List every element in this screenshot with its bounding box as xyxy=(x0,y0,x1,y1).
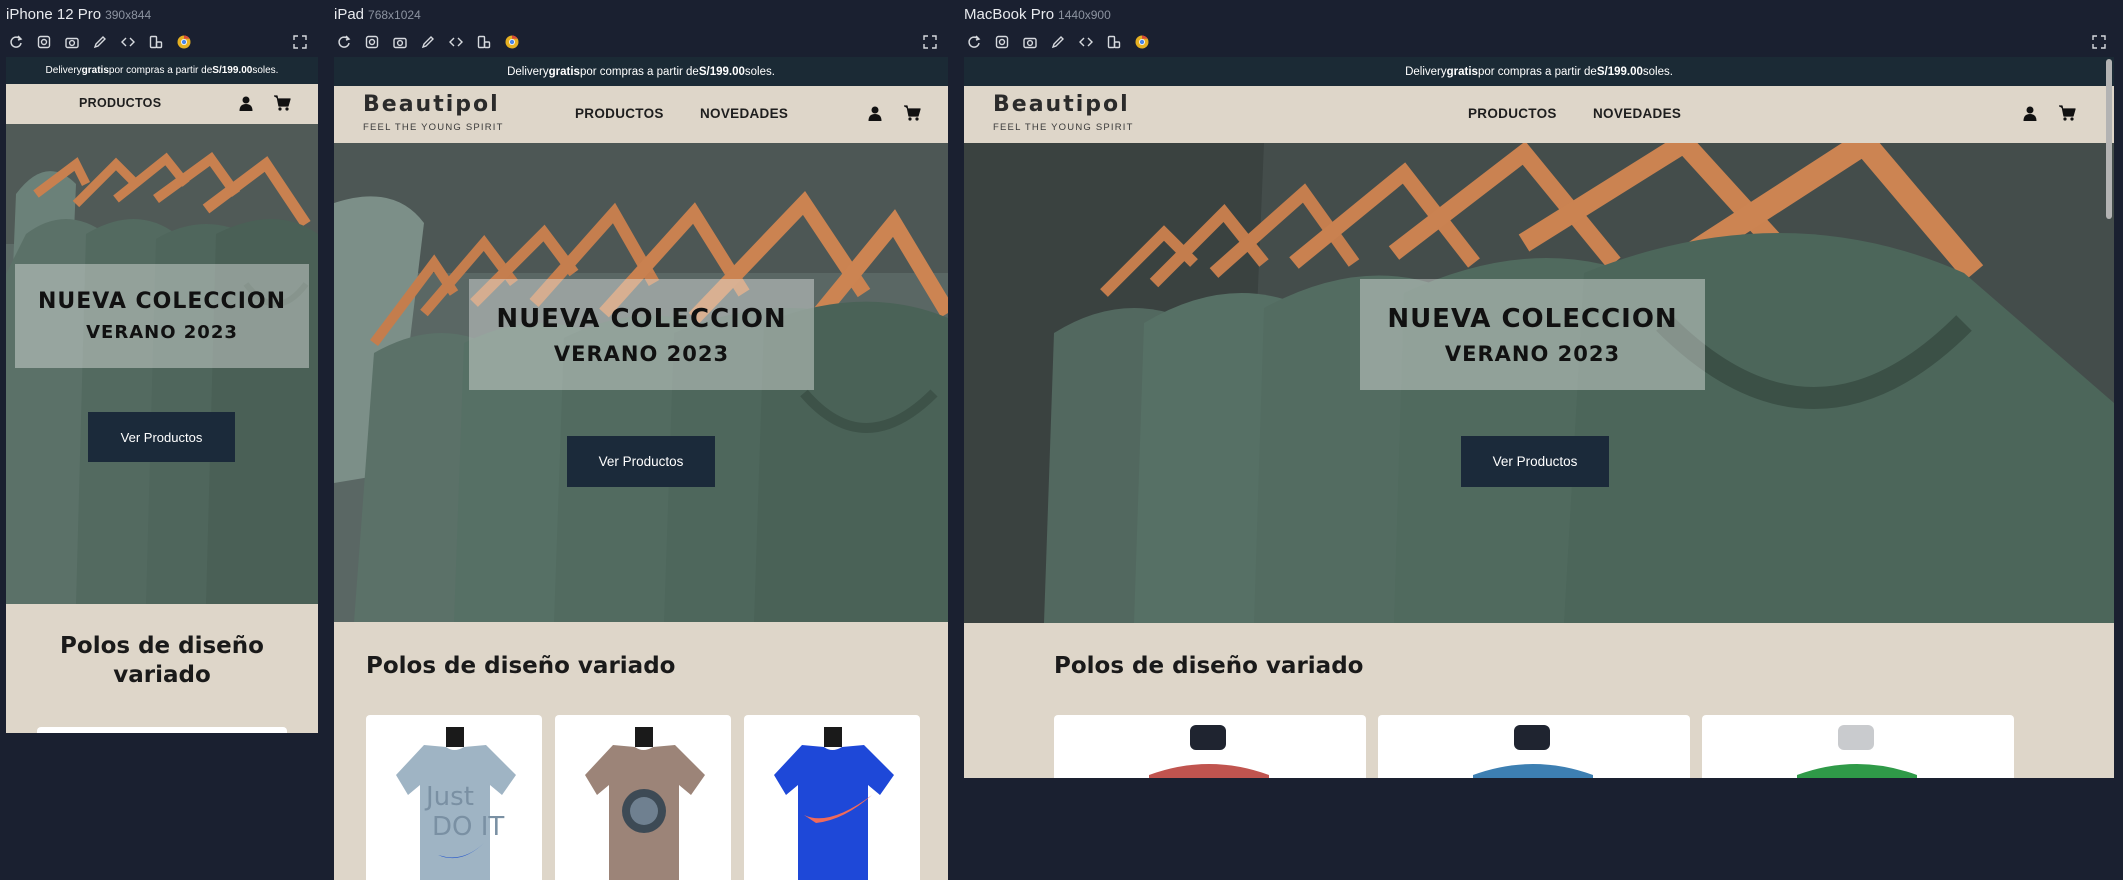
device-title: iPad 768x1024 xyxy=(334,6,421,23)
pen-icon[interactable] xyxy=(418,32,438,52)
hero-title: NUEVA COLECCION xyxy=(1387,303,1678,334)
delivery-banner: Delivery gratis por compras a partir de … xyxy=(334,57,948,86)
chrome-icon[interactable] xyxy=(502,32,522,52)
shirt-image xyxy=(585,727,705,880)
section-title: Polos de diseño variado xyxy=(1054,653,1364,679)
chrome-icon[interactable] xyxy=(1132,32,1152,52)
nav-productos[interactable]: PRODUCTOS xyxy=(575,106,664,121)
brand-tagline: FEEL THE YOUNG SPIRIT xyxy=(993,122,1134,133)
hero-subtitle: VERANO 2023 xyxy=(86,322,238,343)
device-toolbar xyxy=(964,32,2117,52)
section-title: Polos de diseño variado xyxy=(60,633,264,688)
delivery-banner: Delivery gratis por compras a partir de … xyxy=(6,57,318,84)
user-icon[interactable] xyxy=(2022,105,2038,121)
svg-text:DO IT: DO IT xyxy=(432,812,504,842)
refresh-icon[interactable] xyxy=(964,32,984,52)
nav-productos[interactable]: PRODUCTOS xyxy=(1468,106,1557,121)
ipad-preview: iPad 768x1024 Delivery gratis por compras… xyxy=(334,0,948,880)
shirt-image xyxy=(1797,725,1917,778)
ipad-screen: Delivery gratis por compras a partir de … xyxy=(334,57,948,880)
cart-icon[interactable] xyxy=(904,105,921,121)
screenshot-icon[interactable] xyxy=(992,32,1012,52)
hero-title: NUEVA COLECCION xyxy=(37,289,286,314)
device-title: MacBook Pro 1440x900 xyxy=(964,6,1111,23)
user-icon[interactable] xyxy=(238,95,254,111)
chrome-icon[interactable] xyxy=(174,32,194,52)
cart-icon[interactable] xyxy=(274,95,291,111)
ver-productos-button[interactable]: Ver Productos xyxy=(567,436,715,487)
code-icon[interactable] xyxy=(1076,32,1096,52)
scrollbar[interactable] xyxy=(2106,59,2112,219)
iphone-preview: iPhone 12 Pro 390x844 Delivery gratis por… xyxy=(6,0,318,740)
shirt-image: Just DO IT xyxy=(396,727,516,880)
refresh-icon[interactable] xyxy=(6,32,26,52)
rotate-icon[interactable] xyxy=(474,32,494,52)
brand-logo[interactable]: Beautipol FEEL THE YOUNG SPIRIT xyxy=(993,92,1134,134)
section-title: Polos de diseño variado xyxy=(366,653,676,679)
navbar: Beautipol FEEL THE YOUNG SPIRIT PRODUCTO… xyxy=(334,86,948,143)
brand-tagline: FEEL THE YOUNG SPIRIT xyxy=(363,122,504,133)
ver-productos-button[interactable]: Ver Productos xyxy=(1461,436,1609,487)
refresh-icon[interactable] xyxy=(334,32,354,52)
screenshot-icon[interactable] xyxy=(34,32,54,52)
hero-title: NUEVA COLECCION xyxy=(496,303,787,334)
shirt-image xyxy=(1473,725,1593,778)
device-toolbar xyxy=(6,32,318,52)
pen-icon[interactable] xyxy=(90,32,110,52)
product-card[interactable] xyxy=(1054,715,1366,778)
product-card[interactable] xyxy=(1702,715,2014,778)
shirt-image xyxy=(1149,725,1269,778)
hero-textbox: NUEVA COLECCION VERANO 2023 xyxy=(1360,279,1705,390)
hero-banner: NUEVA COLECCION VERANO 2023 Ver Producto… xyxy=(964,143,2114,623)
brand-logo[interactable]: Beautipol FEEL THE YOUNG SPIRIT xyxy=(363,92,504,134)
rotate-icon[interactable] xyxy=(146,32,166,52)
camera-icon[interactable] xyxy=(1020,32,1040,52)
hero-banner: NUEVA COLECCION VERANO 2023 Ver Producto… xyxy=(334,143,948,622)
product-card[interactable] xyxy=(744,715,920,880)
nav-novedades[interactable]: NOVEDADES xyxy=(700,106,788,121)
hero-subtitle: VERANO 2023 xyxy=(1444,341,1621,366)
navbar: Beautipol FEEL THE YOUNG SPIRIT PRODUCTO… xyxy=(964,86,2114,143)
product-card[interactable] xyxy=(1378,715,1690,778)
code-icon[interactable] xyxy=(446,32,466,52)
macbook-screen: Delivery gratis por compras a partir de … xyxy=(964,57,2114,778)
expand-icon[interactable] xyxy=(920,32,940,52)
camera-icon[interactable] xyxy=(62,32,82,52)
cart-icon[interactable] xyxy=(2059,105,2076,121)
shirt-image xyxy=(774,727,894,880)
macbook-preview: MacBook Pro 1440x900 Delivery gratis por … xyxy=(964,0,2117,880)
code-icon[interactable] xyxy=(118,32,138,52)
expand-icon[interactable] xyxy=(2089,32,2109,52)
brand-name: Beautipol xyxy=(993,92,1130,117)
screenshot-icon[interactable] xyxy=(362,32,382,52)
device-title: iPhone 12 Pro 390x844 xyxy=(6,6,152,23)
pen-icon[interactable] xyxy=(1048,32,1068,52)
nav-productos[interactable]: PRODUCTOS xyxy=(79,96,161,110)
device-toolbar xyxy=(334,32,948,52)
product-card[interactable] xyxy=(555,715,731,880)
camera-icon[interactable] xyxy=(390,32,410,52)
nav-novedades[interactable]: NOVEDADES xyxy=(1593,106,1681,121)
delivery-banner: Delivery gratis por compras a partir de … xyxy=(964,57,2114,86)
expand-icon[interactable] xyxy=(290,32,310,52)
navbar: PRODUCTOS xyxy=(6,84,318,124)
rotate-icon[interactable] xyxy=(1104,32,1124,52)
hero-subtitle: VERANO 2023 xyxy=(553,341,730,366)
hero-banner: NUEVA COLECCION VERANO 2023 Ver Producto… xyxy=(6,124,318,604)
user-icon[interactable] xyxy=(867,105,883,121)
product-card[interactable] xyxy=(37,727,287,733)
hero-textbox: NUEVA COLECCION VERANO 2023 xyxy=(15,264,309,368)
hero-textbox: NUEVA COLECCION VERANO 2023 xyxy=(469,279,814,390)
iphone-screen: Delivery gratis por compras a partir de … xyxy=(6,57,318,733)
svg-text:Just: Just xyxy=(424,782,474,812)
ver-productos-button[interactable]: Ver Productos xyxy=(88,412,235,462)
brand-name: Beautipol xyxy=(363,92,500,117)
product-card[interactable]: Just DO IT xyxy=(366,715,542,880)
